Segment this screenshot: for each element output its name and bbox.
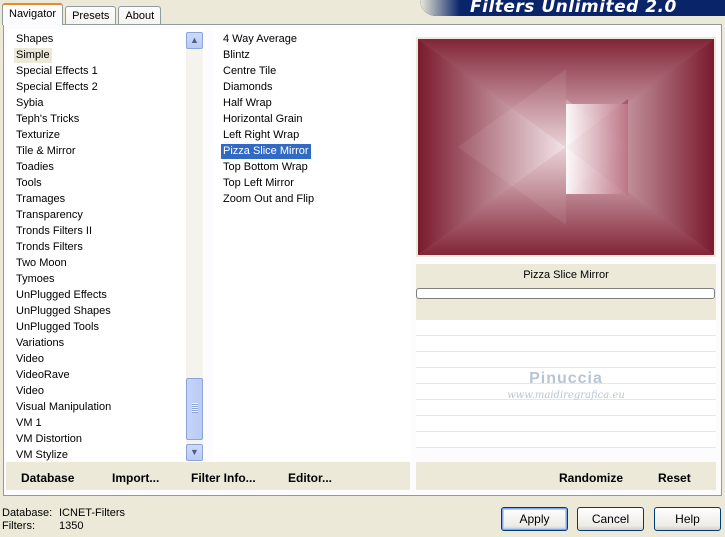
- status-filters-value: 1350: [59, 520, 84, 532]
- cancel-button[interactable]: Cancel: [577, 507, 644, 531]
- category-item[interactable]: Sybia: [14, 96, 46, 111]
- preview-frame: [416, 37, 716, 257]
- category-item[interactable]: Variations: [14, 336, 66, 351]
- progress-bar: [416, 288, 715, 299]
- editor-button[interactable]: Editor...: [288, 471, 332, 485]
- tab-navigator[interactable]: Navigator: [2, 3, 64, 25]
- filter-item[interactable]: Top Left Mirror: [221, 176, 296, 191]
- reset-button[interactable]: Reset: [658, 471, 691, 485]
- category-item[interactable]: UnPlugged Tools: [14, 320, 101, 335]
- tab-about[interactable]: About: [118, 6, 162, 25]
- category-item[interactable]: Video: [14, 352, 46, 367]
- filter-item[interactable]: Blintz: [221, 48, 252, 63]
- category-item[interactable]: Video: [14, 384, 46, 399]
- parameter-row: [416, 336, 716, 352]
- category-item[interactable]: UnPlugged Effects: [14, 288, 109, 303]
- parameter-row: [416, 432, 716, 448]
- tab-presets[interactable]: Presets: [65, 6, 117, 25]
- category-item[interactable]: Two Moon: [14, 256, 69, 271]
- filter-info-button[interactable]: Filter Info...: [191, 471, 256, 485]
- right-toolbar: Randomize Reset: [416, 462, 716, 490]
- filter-item[interactable]: Top Bottom Wrap: [221, 160, 310, 175]
- watermark-site: www.maidiregrafica.eu: [507, 390, 625, 401]
- category-item[interactable]: VM Stylize: [14, 448, 70, 463]
- category-item[interactable]: Special Effects 2: [14, 80, 100, 95]
- apply-button[interactable]: Apply: [501, 507, 568, 531]
- scroll-thumb[interactable]: [186, 378, 203, 440]
- scroll-down-button[interactable]: ▼: [186, 444, 203, 461]
- category-item[interactable]: Toadies: [14, 160, 56, 175]
- status-filters: Filters: 1350: [2, 520, 83, 532]
- filter-item[interactable]: Left Right Wrap: [221, 128, 301, 143]
- tab-bar: Navigator Presets About: [2, 3, 163, 25]
- category-item[interactable]: UnPlugged Shapes: [14, 304, 113, 319]
- watermark-name: Pinuccia: [529, 370, 603, 387]
- status-database-label: Database:: [2, 507, 53, 519]
- category-item[interactable]: VM Distortion: [14, 432, 84, 447]
- category-item[interactable]: Tronds Filters II: [14, 224, 94, 239]
- category-scrollbar[interactable]: ▲ ▼: [186, 32, 203, 461]
- filter-item[interactable]: Zoom Out and Flip: [221, 192, 316, 207]
- category-item[interactable]: Tronds Filters: [14, 240, 85, 255]
- banner-title: Filters Unlimited 2.0: [470, 0, 677, 16]
- help-button[interactable]: Help: [654, 507, 721, 531]
- filter-item[interactable]: 4 Way Average: [221, 32, 299, 47]
- preview-image: [418, 39, 714, 255]
- scroll-up-button[interactable]: ▲: [186, 32, 203, 49]
- category-item[interactable]: Tymoes: [14, 272, 57, 287]
- category-item[interactable]: Shapes: [14, 32, 55, 47]
- category-item[interactable]: Simple: [14, 48, 52, 63]
- app-banner: Filters Unlimited 2.0: [420, 0, 725, 16]
- category-item[interactable]: Visual Manipulation: [14, 400, 113, 415]
- filter-item[interactable]: Centre Tile: [221, 64, 278, 79]
- status-database: Database: ICNET-Filters: [2, 507, 125, 519]
- filter-item[interactable]: Pizza Slice Mirror: [221, 144, 311, 159]
- category-item[interactable]: Tramages: [14, 192, 67, 207]
- category-item[interactable]: Tools: [14, 176, 44, 191]
- filter-list[interactable]: 4 Way Average Blintz Centre Tile Diamonds Ha…: [213, 29, 411, 461]
- randomize-button[interactable]: Randomize: [559, 471, 623, 485]
- parameter-row: [416, 416, 716, 432]
- category-item[interactable]: Transparency: [14, 208, 85, 223]
- preview-caption-area: Pizza Slice Mirror: [416, 264, 716, 320]
- category-item[interactable]: VM 1: [14, 416, 44, 431]
- status-database-value: ICNET-Filters: [59, 507, 125, 519]
- preview-caption: Pizza Slice Mirror: [523, 269, 609, 281]
- parameter-row: [416, 400, 716, 416]
- category-item[interactable]: VideoRave: [14, 368, 72, 383]
- status-filters-label: Filters:: [2, 520, 35, 532]
- left-toolbar: Database Import... Filter Info... Editor…: [6, 462, 410, 490]
- category-list[interactable]: Shapes Simple Special Effects 1 Special Eff…: [6, 29, 204, 461]
- category-item[interactable]: Tile & Mirror: [14, 144, 77, 159]
- category-item[interactable]: Texturize: [14, 128, 62, 143]
- category-item[interactable]: Special Effects 1: [14, 64, 100, 79]
- import-button[interactable]: Import...: [112, 471, 159, 485]
- filter-item[interactable]: Horizontal Grain: [221, 112, 304, 127]
- filter-item[interactable]: Half Wrap: [221, 96, 274, 111]
- filter-item[interactable]: Diamonds: [221, 80, 275, 95]
- database-button[interactable]: Database: [21, 471, 74, 485]
- parameter-row: [416, 352, 716, 368]
- parameter-row: [416, 320, 716, 336]
- category-item[interactable]: Teph's Tricks: [14, 112, 81, 127]
